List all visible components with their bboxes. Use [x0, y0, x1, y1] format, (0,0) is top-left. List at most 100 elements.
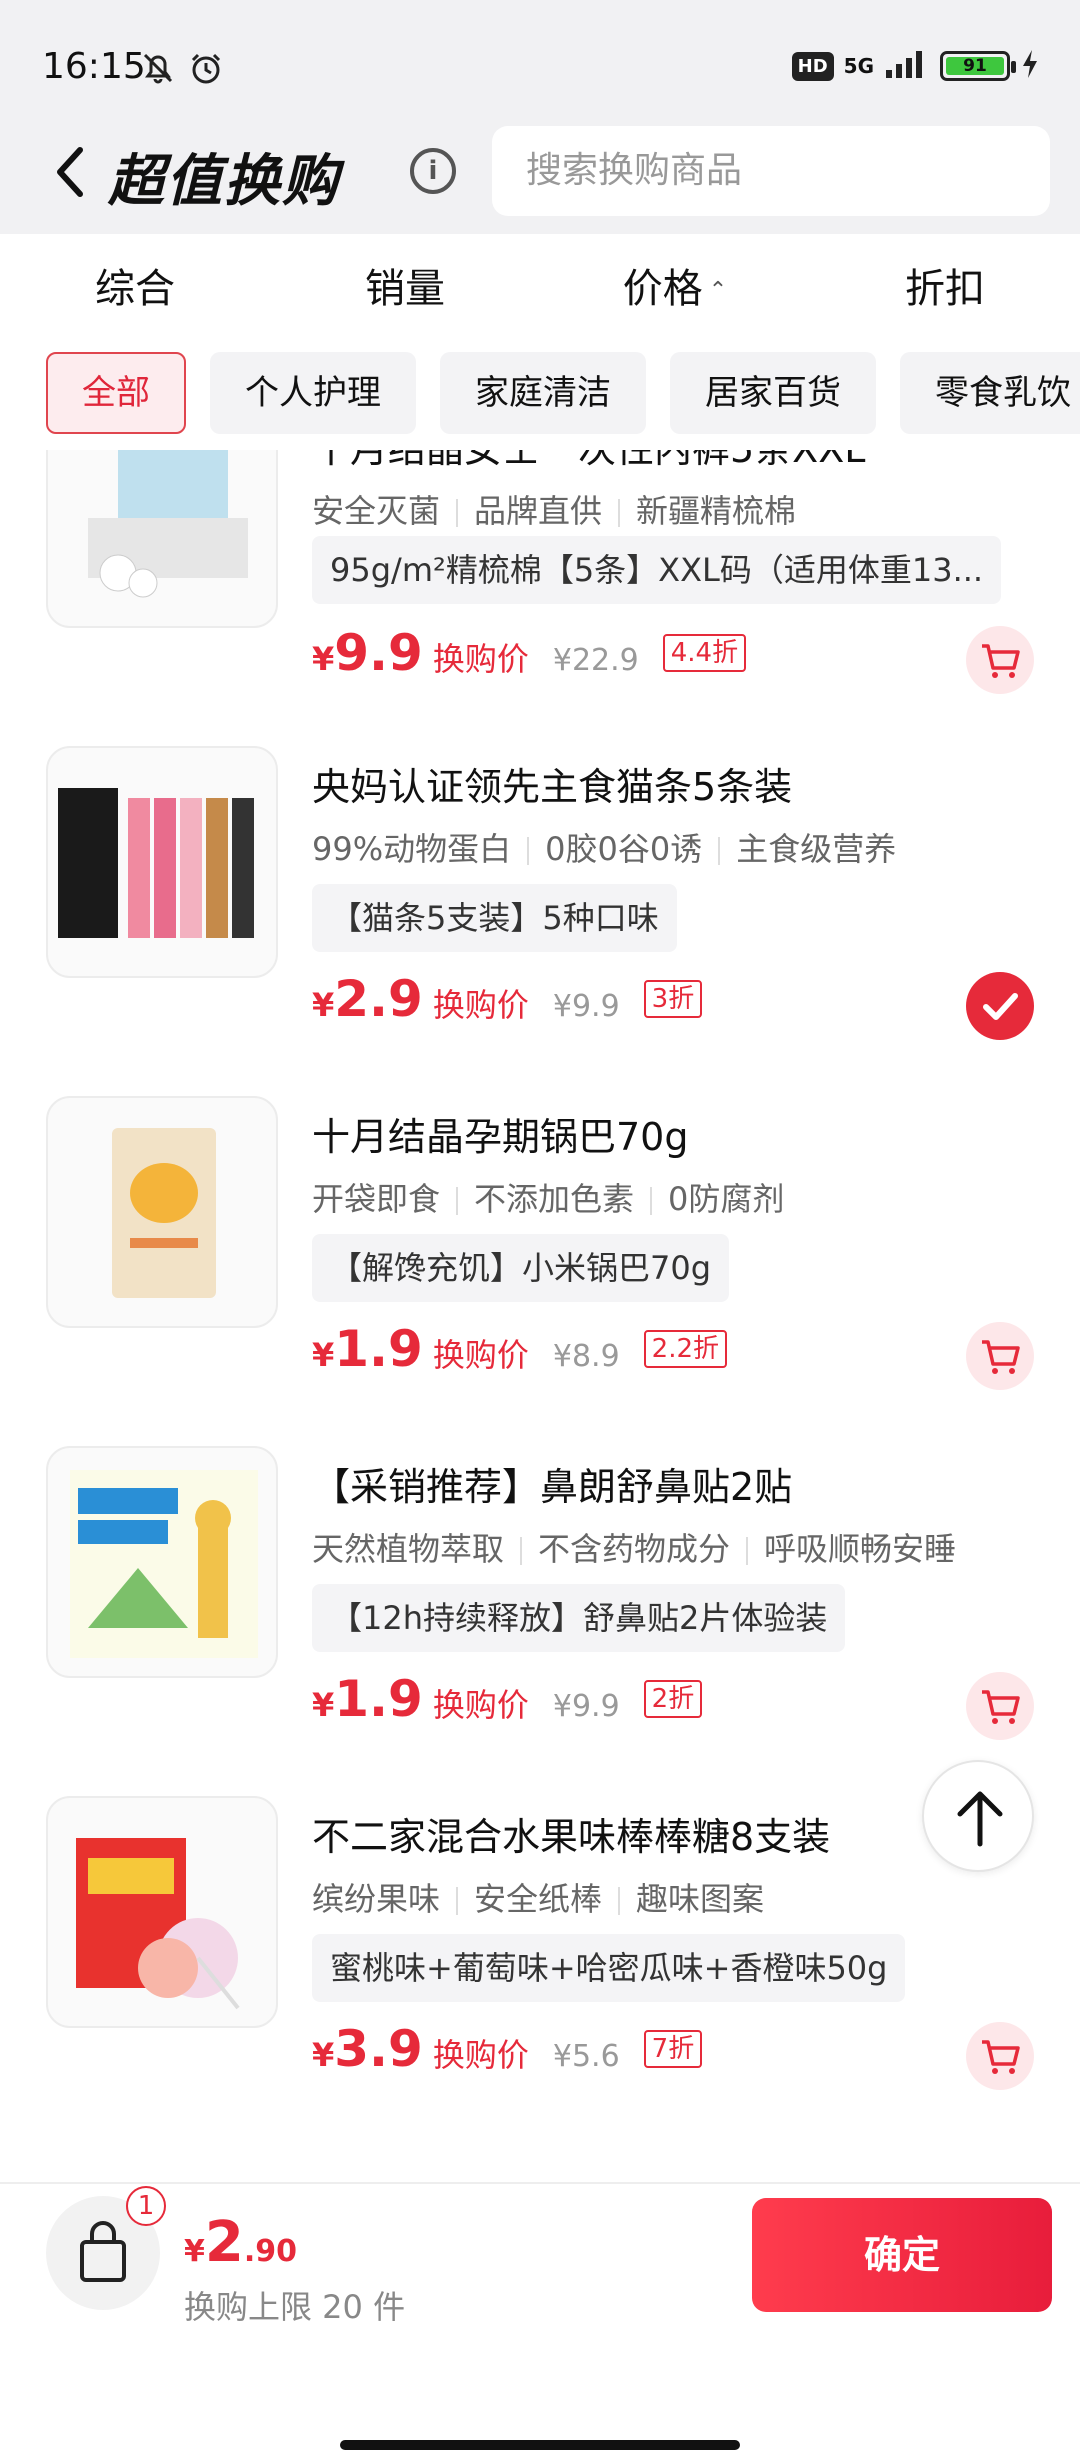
product-tag: 开袋即食 [312, 1180, 441, 1218]
discount-badge: 4.4折 [662, 634, 747, 672]
product-item[interactable]: 不二家混合水果味棒棒糖8支装 缤纷果味 安全纸棒 趣味图案 蜜桃味+葡萄味+哈密瓜味… [0, 1796, 1080, 2146]
product-spec[interactable]: 【猫条5支装】5种口味 [312, 884, 677, 952]
product-image [46, 1796, 278, 2028]
original-price: ¥9.9 [552, 1689, 620, 1724]
currency-symbol: ¥ [312, 986, 335, 1024]
alarm-icon [186, 48, 226, 92]
category-chip-snacks[interactable]: 零食乳饮 [900, 352, 1080, 434]
sort-tab-label: 折扣 [905, 266, 985, 312]
status-time: 16:15 [42, 46, 146, 87]
discount-badge: 2.2折 [643, 1330, 728, 1368]
product-tag: 天然植物萃取 [312, 1530, 505, 1568]
sort-tab-label: 销量 [365, 266, 445, 312]
product-spec[interactable]: 蜜桃味+葡萄味+哈密瓜味+香橙味50g [312, 1934, 906, 2002]
charging-icon [1020, 48, 1040, 84]
original-price: ¥8.9 [552, 1339, 620, 1374]
header-area: 16:15 HD 5G 91 超值换购 i 搜索换购商品 [0, 0, 1080, 234]
total-currency: ¥ [184, 2234, 205, 2269]
back-arrow-icon[interactable] [48, 142, 92, 202]
product-spec[interactable]: 【12h持续释放】舒鼻贴2片体验装 [312, 1584, 846, 1652]
product-tag: 呼吸顺畅安睡 [764, 1530, 957, 1568]
product-image [46, 746, 278, 978]
discount-badge: 7折 [643, 2030, 703, 2068]
product-tag: 0防腐剂 [668, 1180, 785, 1218]
exchange-price: 3.9 [334, 2020, 423, 2078]
discount-badge: 3折 [643, 980, 703, 1018]
exchange-price: 9.9 [334, 624, 423, 682]
exchange-price: 1.9 [334, 1320, 423, 1378]
sort-bar: 综合 销量 价格 ⌃ 折扣 [0, 234, 1080, 344]
status-bar: 16:15 HD 5G 91 [0, 0, 1080, 130]
currency-symbol: ¥ [312, 2036, 335, 2074]
category-chips: 全部 个人护理 家庭清洁 居家百货 零食乳饮 [0, 344, 1080, 450]
product-tags: 99%动物蛋白 0胶0谷0诱 主食级营养 [312, 824, 896, 870]
category-chip-home-cleaning[interactable]: 家庭清洁 [440, 352, 646, 434]
search-input[interactable]: 搜索换购商品 [492, 126, 1050, 216]
battery-icon: 91 [940, 51, 1016, 81]
product-tag: 安全纸棒 [474, 1880, 603, 1918]
sort-updown-icon: ⌃ [708, 278, 728, 303]
product-tag: 0胶0谷0诱 [545, 830, 703, 868]
product-item[interactable]: 【采销推荐】鼻朗舒鼻贴2贴 天然植物萃取 不含药物成分 呼吸顺畅安睡 【12h持续释… [0, 1446, 1080, 1796]
back-to-top-button[interactable] [922, 1760, 1034, 1872]
exchange-label: 换购价 [432, 986, 529, 1024]
product-spec[interactable]: 95g/m²精梳棉【5条】XXL码（适用体重13... [312, 536, 1002, 604]
total-decimal: .90 [243, 2234, 297, 2269]
title-bar: 超值换购 i 搜索换购商品 [0, 120, 1080, 220]
product-tag: 缤纷果味 [312, 1880, 441, 1918]
product-name: 十月结晶女士一次性内裤5条XXL [312, 450, 865, 473]
price-line: ¥9.9 换购价 ¥22.9 4.4折 [312, 624, 747, 682]
original-price: ¥5.6 [552, 2039, 620, 2074]
product-tags: 天然植物萃取 不含药物成分 呼吸顺畅安睡 [312, 1524, 956, 1570]
sort-tab-comprehensive[interactable]: 综合 [0, 234, 270, 344]
category-chip-home-goods[interactable]: 居家百货 [670, 352, 876, 434]
add-to-cart-button[interactable] [966, 1322, 1034, 1390]
product-item[interactable]: 十月结晶女士一次性内裤5条XXL 安全灭菌品牌直供新疆精梳棉 95g/m²精梳棉… [0, 450, 1080, 746]
exchange-label: 换购价 [432, 640, 529, 678]
currency-symbol: ¥ [312, 1336, 335, 1374]
product-tags: 缤纷果味 安全纸棒 趣味图案 [312, 1874, 764, 1920]
sort-tab-sales[interactable]: 销量 [270, 234, 540, 344]
product-spec[interactable]: 【解馋充饥】小米锅巴70g [312, 1234, 730, 1302]
product-name: 不二家混合水果味棒棒糖8支装 [312, 1815, 831, 1859]
home-indicator [340, 2440, 740, 2450]
exchange-limit-text: 换购上限 20 件 [184, 2288, 406, 2326]
product-tag: 新疆精梳棉 [636, 492, 797, 530]
add-to-cart-button[interactable] [966, 1672, 1034, 1740]
product-tag: 不含药物成分 [538, 1530, 731, 1568]
category-chip-personal-care[interactable]: 个人护理 [210, 352, 416, 434]
price-line: ¥1.9 换购价 ¥8.9 2.2折 [312, 1320, 728, 1378]
currency-symbol: ¥ [312, 1686, 335, 1724]
info-icon[interactable]: i [410, 148, 456, 194]
sort-tab-discount[interactable]: 折扣 [810, 234, 1080, 344]
product-tag: 不添加色素 [474, 1180, 635, 1218]
original-price: ¥22.9 [552, 643, 639, 678]
product-name: 十月结晶孕期锅巴70g [312, 1115, 689, 1159]
product-name: 【采销推荐】鼻朗舒鼻贴2贴 [312, 1465, 793, 1509]
battery-level: 91 [946, 57, 1004, 75]
product-name: 央妈认证领先主食猫条5条装 [312, 765, 793, 809]
product-image [46, 1446, 278, 1678]
category-chip-all[interactable]: 全部 [46, 352, 186, 434]
status-right: HD 5G 91 [791, 48, 1040, 84]
exchange-label: 换购价 [432, 1686, 529, 1724]
product-image [46, 1096, 278, 1328]
currency-symbol: ¥ [312, 640, 335, 678]
discount-badge: 2折 [643, 1680, 703, 1718]
sort-tab-label: 综合 [95, 266, 175, 312]
mute-bell-icon [138, 48, 178, 92]
price-line: ¥2.9 换购价 ¥9.9 3折 [312, 970, 703, 1028]
product-tags: 开袋即食 不添加色素 0防腐剂 [312, 1174, 784, 1220]
sort-tab-price[interactable]: 价格 ⌃ [540, 234, 810, 344]
selected-check-button[interactable] [966, 972, 1034, 1040]
product-tag: 99%动物蛋白 [312, 830, 512, 868]
product-image [46, 450, 278, 628]
product-tag: 趣味图案 [636, 1880, 765, 1918]
product-item[interactable]: 央妈认证领先主食猫条5条装 99%动物蛋白 0胶0谷0诱 主食级营养 【猫条5支装】… [0, 746, 1080, 1096]
add-to-cart-button[interactable] [966, 626, 1034, 694]
confirm-button[interactable]: 确定 [752, 2198, 1052, 2312]
product-item[interactable]: 十月结晶孕期锅巴70g 开袋即食 不添加色素 0防腐剂 【解馋充饥】小米锅巴70g … [0, 1096, 1080, 1446]
total-price: ¥2.90 [184, 2210, 297, 2275]
add-to-cart-button[interactable] [966, 2022, 1034, 2090]
product-list: 十月结晶女士一次性内裤5条XXL 安全灭菌品牌直供新疆精梳棉 95g/m²精梳棉… [0, 450, 1080, 2182]
